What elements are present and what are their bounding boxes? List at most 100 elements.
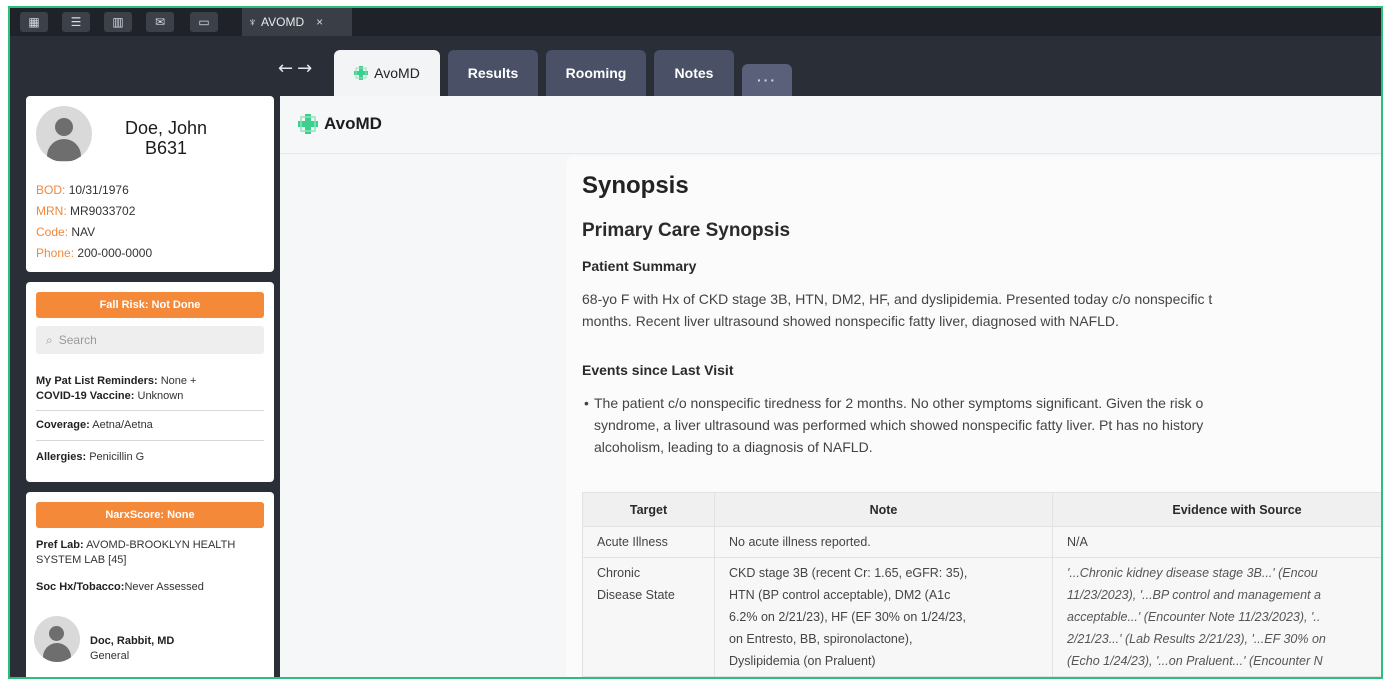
tab-avomd[interactable]: AvoMD: [334, 50, 440, 96]
cell-line: Acute Illness: [597, 535, 668, 549]
info-key: Phone:: [36, 246, 75, 260]
close-icon[interactable]: ×: [316, 15, 323, 29]
page-title: Synopsis: [582, 172, 689, 199]
pref-lab-line: Pref Lab: AVOMD-BROOKLYN HEALTH SYSTEM L…: [36, 538, 264, 568]
column-header: Note: [714, 492, 1053, 527]
column-header: Evidence with Source: [1052, 492, 1381, 527]
patient-name: Doe, John B631: [106, 118, 226, 158]
table-header-row: Target Note Evidence with Source: [582, 492, 1381, 527]
coverage-value: Aetna/Aetna: [92, 419, 153, 431]
soc-hx-line: Soc Hx/Tobacco:Never Assessed: [36, 580, 264, 595]
search-input[interactable]: ⌕ Search: [36, 326, 264, 354]
tab-results[interactable]: Results: [448, 50, 538, 96]
back-forward-arrows[interactable]: ←→: [278, 58, 316, 79]
soc-hx-label: Soc Hx/Tobacco:: [36, 581, 125, 593]
summary-line: months. Recent liver ultrasound showed n…: [582, 313, 1119, 329]
info-key: MRN:: [36, 204, 67, 218]
cell-line: on Entresto, BB, spironolactone),: [729, 632, 913, 646]
allergies-line: Allergies: Penicillin G: [36, 450, 264, 465]
table-row: Acute Illness No acute illness reported.…: [582, 526, 1381, 558]
cell-line: acceptable...' (Encounter Note 11/23/202…: [1067, 610, 1321, 624]
calendar-icon[interactable]: ▦: [20, 12, 48, 32]
app-tab-label: AVOMD: [261, 15, 305, 29]
mail-icon[interactable]: ✉: [146, 12, 174, 32]
bullet-dot: •: [584, 395, 589, 411]
doctor-name[interactable]: Doc, Rabbit, MD: [90, 635, 174, 647]
stethoscope-icon: ♆: [248, 15, 257, 29]
main-panel: AvoMD Synopsis Primary Care Synopsis Pat…: [280, 96, 1381, 677]
info-dob: BOD: 10/31/1976: [36, 180, 152, 201]
grid-icon[interactable]: ▥: [104, 12, 132, 32]
reminders-line: My Pat List Reminders: None +: [36, 374, 264, 389]
fall-risk-button[interactable]: Fall Risk: Not Done: [36, 292, 264, 318]
cell-line: Disease State: [597, 588, 675, 602]
cell-line: '...Chronic kidney disease stage 3B...' …: [1067, 566, 1318, 580]
column-header: Target: [582, 492, 715, 527]
target-cell: Chronic Disease State: [582, 557, 715, 677]
tab-label: AvoMD: [374, 65, 420, 81]
brand-name: AvoMD: [324, 114, 382, 133]
cell-line: 11/23/2023), '...BP control and manageme…: [1067, 588, 1321, 602]
tab-notes[interactable]: Notes: [654, 50, 734, 96]
search-icon: ⌕: [46, 332, 53, 347]
chat-icon[interactable]: ▭: [190, 12, 218, 32]
events-list-item: • The patient c/o nonspecific tiredness …: [584, 392, 1381, 458]
tab-label: Notes: [674, 65, 714, 81]
pref-lab-label: Pref Lab:: [36, 539, 84, 551]
cell-line: N/A: [1067, 535, 1088, 549]
info-value: NAV: [71, 225, 96, 239]
patient-id: B631: [144, 138, 188, 158]
covid-line: COVID-19 Vaccine: Unknown: [36, 389, 264, 404]
summary-text: 68-yo F with Hx of CKD stage 3B, HTN, DM…: [582, 288, 1381, 332]
cell-line: Chronic: [597, 566, 641, 580]
cell-line: HTN (BP control acceptable), DM2 (A1c: [729, 588, 951, 602]
coverage-line: Coverage: Aetna/Aetna: [36, 418, 264, 433]
patient-card: Doe, John B631 BOD: 10/31/1976 MRN: MR90…: [26, 96, 274, 272]
tab-rooming[interactable]: Rooming: [546, 50, 646, 96]
events-heading: Events since Last Visit: [582, 362, 734, 378]
doctor-avatar: [34, 616, 80, 662]
summary-line: 68-yo F with Hx of CKD stage 3B, HTN, DM…: [582, 291, 1213, 307]
events-line: alcoholism, leading to a diagnosis of NA…: [594, 439, 873, 455]
page-subtitle: Primary Care Synopsis: [582, 220, 791, 241]
events-line: syndrome, a liver ultrasound was perform…: [594, 417, 1204, 433]
allergies-value: Penicillin G: [89, 451, 145, 463]
coverage-label: Coverage:: [36, 419, 90, 431]
reminders-value[interactable]: None +: [161, 375, 197, 387]
info-code: Code: NAV: [36, 222, 152, 243]
patient-avatar: [36, 106, 92, 162]
info-mrn: MRN: MR9033702: [36, 201, 152, 222]
divider: [36, 410, 264, 411]
evidence-cell: N/A: [1052, 526, 1381, 558]
allergies-label: Allergies:: [36, 451, 87, 463]
info-key: BOD:: [36, 183, 66, 197]
tab-more[interactable]: ···: [742, 64, 792, 96]
app-window: ▦ ☰ ▥ ✉ ▭ ♆ AVOMD × ←→ AvoMD Results Roo…: [8, 6, 1383, 679]
cell-line: (Echo 1/24/23), '...on Praluent...' (Enc…: [1067, 654, 1323, 668]
covid-value: Unknown: [137, 390, 184, 402]
table-row: Chronic Disease State CKD stage 3B (rece…: [582, 557, 1381, 677]
cell-line: CKD stage 3B (recent Cr: 1.65, eGFR: 35)…: [729, 566, 968, 580]
patient-sidebar: Doe, John B631 BOD: 10/31/1976 MRN: MR90…: [10, 96, 280, 677]
top-toolbar: ▦ ☰ ▥ ✉ ▭ ♆ AVOMD ×: [10, 8, 1381, 36]
doctor-info: Doc, Rabbit, MD General: [90, 634, 174, 664]
cell-line: 2/21/23...' (Lab Results 2/21/23), '...E…: [1067, 632, 1326, 646]
info-value: 200-000-0000: [77, 246, 153, 260]
main-header: AvoMD: [280, 96, 1381, 154]
search-placeholder: Search: [58, 333, 97, 347]
narxscore-button[interactable]: NarxScore: None: [36, 502, 264, 528]
cell-line: Dyslipidemia (on Praluent): [729, 654, 876, 668]
info-phone: Phone: 200-000-0000: [36, 243, 152, 264]
synopsis-document: Synopsis Primary Care Synopsis Patient S…: [566, 156, 1381, 677]
patient-name-text: Doe, John: [124, 118, 208, 138]
evidence-table: Target Note Evidence with Source Acute I…: [582, 492, 1381, 677]
reminders-label: My Pat List Reminders:: [36, 375, 158, 387]
list-icon[interactable]: ☰: [62, 12, 90, 32]
app-tab-avomd[interactable]: ♆ AVOMD ×: [242, 8, 352, 36]
brand: AvoMD: [298, 114, 382, 134]
evidence-cell: '...Chronic kidney disease stage 3B...' …: [1052, 557, 1381, 677]
info-value: 10/31/1976: [68, 183, 129, 197]
tab-label: Results: [467, 65, 519, 81]
patient-info: BOD: 10/31/1976 MRN: MR9033702 Code: NAV…: [36, 180, 152, 264]
more-icon: ···: [757, 72, 777, 88]
